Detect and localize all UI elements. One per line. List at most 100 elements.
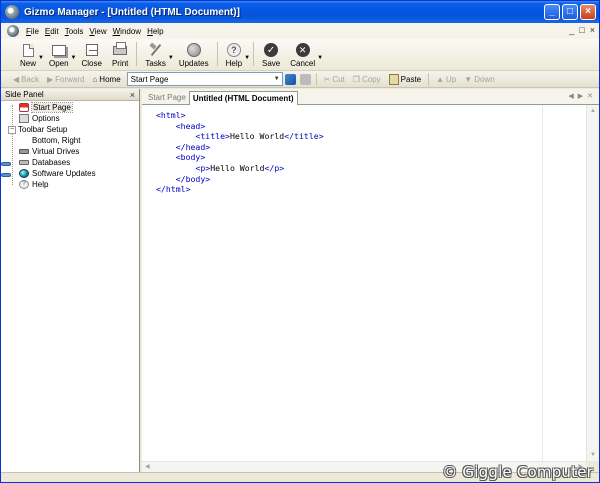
back-button[interactable]: ◀ Back bbox=[9, 72, 43, 87]
toolbar-separator bbox=[136, 42, 138, 66]
paste-button[interactable]: Paste bbox=[385, 72, 425, 87]
app-icon[interactable] bbox=[5, 5, 19, 19]
mdi-restore-button[interactable]: □ bbox=[579, 25, 584, 35]
mdi-close-button[interactable]: × bbox=[590, 25, 595, 35]
code-content[interactable]: <html> <head> <title>Hello World</title>… bbox=[156, 110, 324, 195]
options-icon bbox=[19, 114, 29, 123]
maximize-button[interactable]: □ bbox=[562, 4, 578, 20]
refresh-icon[interactable] bbox=[284, 73, 296, 85]
code-tag: <head> bbox=[175, 120, 206, 131]
tree-item-software-updates[interactable]: Software Updates bbox=[1, 168, 139, 179]
menu-view[interactable]: View bbox=[86, 27, 109, 36]
tree-item-start-page[interactable]: Start Page bbox=[1, 102, 139, 113]
menu-help[interactable]: Help bbox=[144, 27, 166, 36]
menu-bar: File Edit Tools View Window Help _ □ × bbox=[1, 23, 599, 39]
code-tag: </head> bbox=[175, 141, 211, 152]
tree-item-help[interactable]: ? Help bbox=[1, 179, 139, 190]
code-line: </body> bbox=[156, 174, 324, 185]
chevron-down-icon: ▼ bbox=[273, 76, 280, 82]
collapse-toggle[interactable]: − bbox=[8, 125, 16, 134]
tab-scroll-left-icon[interactable]: ◀ bbox=[568, 92, 573, 100]
code-tag: </html> bbox=[156, 184, 191, 195]
menu-window[interactable]: Window bbox=[110, 27, 144, 36]
code-line: <head> bbox=[156, 121, 324, 132]
updates-icon bbox=[186, 43, 202, 57]
menu-file[interactable]: File bbox=[23, 27, 42, 36]
cancel-button[interactable]: ✕ Cancel bbox=[285, 39, 320, 69]
navigation-tree: Start Page Options − Toolbar Setup Botto… bbox=[1, 101, 139, 190]
tab-scroll-right-icon[interactable]: ▶ bbox=[578, 92, 583, 100]
address-dropdown[interactable]: Start Page ▼ bbox=[126, 72, 283, 86]
copy-button[interactable]: ❐ Copy bbox=[349, 72, 385, 87]
tasks-icon bbox=[148, 43, 164, 57]
stop-icon[interactable] bbox=[299, 73, 311, 85]
mdi-minimize-button[interactable]: _ bbox=[569, 25, 574, 35]
drive-icon bbox=[19, 149, 29, 154]
copyright-watermark: © Giggle Computer bbox=[442, 463, 593, 481]
tree-item-databases[interactable]: Databases bbox=[1, 157, 139, 168]
save-button[interactable]: ✓ Save bbox=[257, 39, 285, 69]
code-tag: <body> bbox=[175, 152, 206, 163]
new-document-icon bbox=[20, 43, 36, 57]
menu-edit[interactable]: Edit bbox=[42, 27, 62, 36]
minimize-button[interactable]: _ bbox=[544, 4, 560, 20]
close-button[interactable]: Close bbox=[77, 39, 107, 69]
copy-icon: ❐ bbox=[352, 74, 360, 84]
right-margin-guide bbox=[542, 105, 543, 461]
navigation-toolbar: ◀ Back ▶ Forward ⌂ Home Start Page ▼ ✂ C… bbox=[1, 71, 599, 88]
document-menu-icon[interactable] bbox=[7, 25, 19, 37]
scroll-down-icon[interactable]: ▼ bbox=[587, 449, 599, 461]
help-button[interactable]: ? Help bbox=[221, 39, 247, 69]
cut-button[interactable]: ✂ Cut bbox=[320, 72, 349, 87]
tab-close-icon[interactable]: ✕ bbox=[587, 92, 593, 100]
window-controls: _ □ × bbox=[544, 4, 596, 20]
tasks-button[interactable]: Tasks bbox=[140, 39, 170, 69]
tree-item-virtual-drives[interactable]: Virtual Drives bbox=[1, 146, 139, 157]
up-button[interactable]: ▲ Up bbox=[432, 72, 460, 87]
tree-item-bottom-right[interactable]: Bottom, Right bbox=[1, 135, 139, 177]
code-tag: <p> bbox=[195, 162, 211, 173]
tab-start-page[interactable]: Start Page bbox=[145, 91, 189, 104]
checkmark-icon: ✓ bbox=[263, 43, 279, 57]
toolbar-separator bbox=[253, 42, 255, 66]
code-tag: </p> bbox=[264, 162, 285, 173]
down-button[interactable]: ▼ Down bbox=[460, 72, 498, 87]
code-line: </html> bbox=[156, 184, 324, 195]
code-text: Hello World bbox=[229, 131, 285, 142]
back-arrow-icon: ◀ bbox=[13, 74, 20, 84]
start-page-icon bbox=[19, 103, 29, 112]
menu-tools[interactable]: Tools bbox=[62, 27, 87, 36]
home-button[interactable]: ⌂ Home bbox=[88, 72, 124, 87]
mdi-controls: _ □ × bbox=[569, 25, 595, 35]
title-bar[interactable]: Gizmo Manager - [Untitled (HTML Document… bbox=[1, 1, 599, 23]
code-line: <html> bbox=[156, 110, 324, 121]
close-window-button[interactable]: × bbox=[580, 4, 596, 20]
open-button[interactable]: Open bbox=[44, 39, 74, 69]
open-icon bbox=[51, 43, 67, 57]
scroll-left-icon[interactable]: ◀ bbox=[145, 463, 150, 470]
code-line: <body> bbox=[156, 152, 324, 163]
code-line: <title>Hello World</title> bbox=[156, 131, 324, 142]
tree-item-toolbar-setup[interactable]: − Toolbar Setup bbox=[1, 124, 139, 166]
tree-item-options[interactable]: Options bbox=[1, 113, 139, 124]
code-editor[interactable]: <html> <head> <title>Hello World</title>… bbox=[142, 105, 599, 461]
print-button[interactable]: Print bbox=[107, 39, 133, 69]
side-panel-close-button[interactable]: × bbox=[130, 90, 135, 100]
toolbar-separator bbox=[216, 42, 218, 66]
code-tag: </title> bbox=[284, 131, 324, 142]
side-panel-header: Side Panel × bbox=[1, 89, 139, 101]
forward-button[interactable]: ▶ Forward bbox=[43, 72, 89, 87]
vertical-scrollbar[interactable]: ▲ ▼ bbox=[586, 105, 599, 461]
home-icon: ⌂ bbox=[92, 74, 98, 84]
window-title: Gizmo Manager - [Untitled (HTML Document… bbox=[24, 6, 240, 18]
updates-button[interactable]: Updates bbox=[174, 39, 214, 69]
tab-untitled-html[interactable]: Untitled (HTML Document) bbox=[188, 91, 298, 105]
scroll-up-icon[interactable]: ▲ bbox=[587, 105, 599, 117]
new-button[interactable]: New bbox=[15, 39, 41, 69]
